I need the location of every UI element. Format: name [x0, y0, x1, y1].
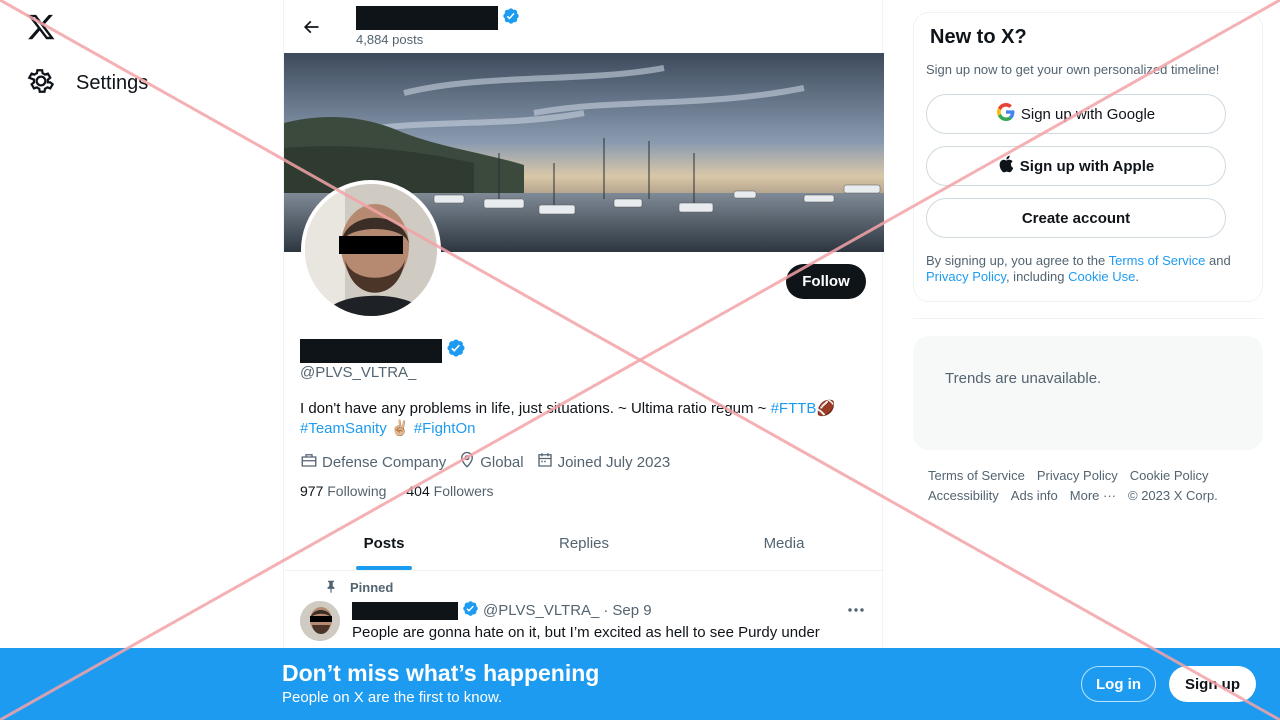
gear-icon: [26, 66, 56, 101]
create-account-button[interactable]: Create account: [926, 198, 1226, 238]
following-label: Following: [327, 483, 387, 499]
verified-badge-icon: [446, 338, 466, 363]
trends-unavailable-message: Trends are unavailable.: [945, 370, 1102, 387]
signup-button[interactable]: Sign up: [1169, 666, 1256, 702]
post-text: People are gonna hate on it, but I’m exc…: [352, 624, 820, 641]
pinned-indicator: Pinned: [324, 579, 393, 596]
signup-apple-button[interactable]: Sign up with Apple: [926, 146, 1226, 186]
footer-ads-info-link[interactable]: Ads info: [1011, 486, 1058, 506]
football-emoji-icon: 🏈: [816, 400, 836, 417]
tab-media[interactable]: Media: [684, 516, 884, 570]
signup-card-subtitle: Sign up now to get your own personalized…: [926, 62, 1220, 77]
post-separator: ·: [603, 602, 609, 619]
footer-privacy-link[interactable]: Privacy Policy: [1037, 466, 1118, 486]
banner-subtitle: People on X are the first to know.: [282, 689, 503, 706]
signup-card: New to X? Sign up now to get your own pe…: [913, 12, 1263, 302]
profile-avatar[interactable]: [301, 180, 441, 320]
legal-including: , including: [1005, 269, 1069, 284]
legal-and: and: [1205, 253, 1231, 268]
trends-panel: Trends are unavailable.: [913, 336, 1263, 450]
follow-button[interactable]: Follow: [786, 264, 866, 299]
location-label: Global: [480, 453, 524, 471]
redacted-name-block: [300, 338, 442, 363]
bio-hashtag-fttb[interactable]: #FTTB: [771, 400, 817, 417]
location-pin-icon: [458, 451, 476, 473]
post-avatar[interactable]: [300, 601, 340, 641]
signup-card-title: New to X?: [930, 26, 1027, 48]
briefcase-icon: [300, 451, 318, 473]
calendar-icon: [536, 451, 554, 473]
profile-tabs: Posts Replies Media: [284, 516, 884, 571]
redacted-name-block: [352, 601, 458, 620]
bio-hashtag-teamsanity[interactable]: #TeamSanity: [300, 420, 387, 437]
profile-meta: Defense Company Global Joined July 2023: [300, 451, 670, 473]
verified-badge-icon: [502, 7, 520, 30]
profile-joined: Joined July 2023: [536, 451, 671, 473]
footer-terms-link[interactable]: Terms of Service: [928, 466, 1025, 486]
profile-handle: @PLVS_VLTRA_: [300, 364, 417, 381]
terms-link[interactable]: Terms of Service: [1109, 253, 1206, 268]
login-button[interactable]: Log in: [1081, 666, 1156, 702]
pinned-label: Pinned: [350, 580, 394, 595]
followers-label: Followers: [433, 483, 494, 499]
tab-posts[interactable]: Posts: [284, 516, 484, 570]
profile-display-name: [300, 338, 466, 363]
cookie-use-link[interactable]: Cookie Use: [1068, 269, 1135, 284]
redacted-name-block: [356, 6, 498, 30]
more-options-icon[interactable]: [846, 602, 866, 623]
footer-cookie-link[interactable]: Cookie Policy: [1130, 466, 1209, 486]
header-display-name: [356, 6, 520, 30]
bio-hashtag-fighton[interactable]: #FightOn: [414, 420, 476, 437]
legal-prefix: By signing up, you agree to the: [926, 253, 1109, 268]
profile-location: Global: [458, 451, 524, 473]
profile-stats: 977 Following 404 Followers: [300, 483, 494, 499]
banner-title: Don’t miss what’s happening: [282, 660, 600, 686]
profile-bio: I don't have any problems in life, just …: [300, 399, 860, 439]
followers-link[interactable]: 404 Followers: [406, 483, 493, 499]
settings-label: Settings: [76, 71, 149, 94]
posts-count: 4,884 posts: [356, 32, 424, 47]
x-logo-icon[interactable]: [26, 12, 58, 44]
apple-signup-label: Sign up with Apple: [1019, 157, 1155, 175]
back-arrow-icon[interactable]: [296, 12, 326, 42]
following-count: 977: [300, 483, 324, 499]
signup-legal-text: By signing up, you agree to the Terms of…: [926, 253, 1246, 285]
post-header: @PLVS_VLTRA_ · Sep 9: [352, 600, 652, 621]
post-handle[interactable]: @PLVS_VLTRA_: [483, 602, 599, 619]
legal-suffix: .: [1135, 269, 1139, 284]
nav-settings[interactable]: Settings: [26, 66, 148, 100]
sidebar-divider: [913, 318, 1263, 319]
google-icon: [996, 103, 1015, 125]
sidebar-footer: Terms of Service Privacy Policy Cookie P…: [928, 466, 1248, 506]
category-label: Defense Company: [322, 453, 447, 471]
bio-text: I don't have any problems in life, just …: [300, 400, 771, 417]
profile-column: 4,884 posts Follow @PLVS_VLTRA_ I don't …: [283, 0, 884, 720]
following-link[interactable]: 977 Following: [300, 483, 386, 499]
profile-category: Defense Company: [300, 451, 446, 473]
peace-hand-emoji-icon: ✌🏼: [390, 420, 410, 437]
joined-label: Joined July 2023: [557, 453, 671, 471]
footer-copyright: © 2023 X Corp.: [1128, 488, 1218, 503]
footer-accessibility-link[interactable]: Accessibility: [928, 486, 999, 506]
left-sidebar: Settings: [0, 0, 284, 720]
tab-replies[interactable]: Replies: [484, 516, 684, 570]
google-signup-label: Sign up with Google: [1020, 105, 1156, 123]
pin-icon: [324, 579, 338, 596]
signup-google-button[interactable]: Sign up with Google: [926, 94, 1226, 134]
apple-icon: [998, 155, 1014, 177]
footer-more-link[interactable]: More ···: [1070, 486, 1116, 506]
privacy-link[interactable]: Privacy Policy: [926, 269, 1006, 284]
profile-header-bar: 4,884 posts: [284, 0, 884, 53]
verified-badge-icon: [462, 600, 479, 621]
post-date[interactable]: Sep 9: [612, 602, 651, 619]
right-sidebar: New to X? Sign up now to get your own pe…: [913, 0, 1263, 720]
followers-count: 404: [406, 483, 430, 499]
